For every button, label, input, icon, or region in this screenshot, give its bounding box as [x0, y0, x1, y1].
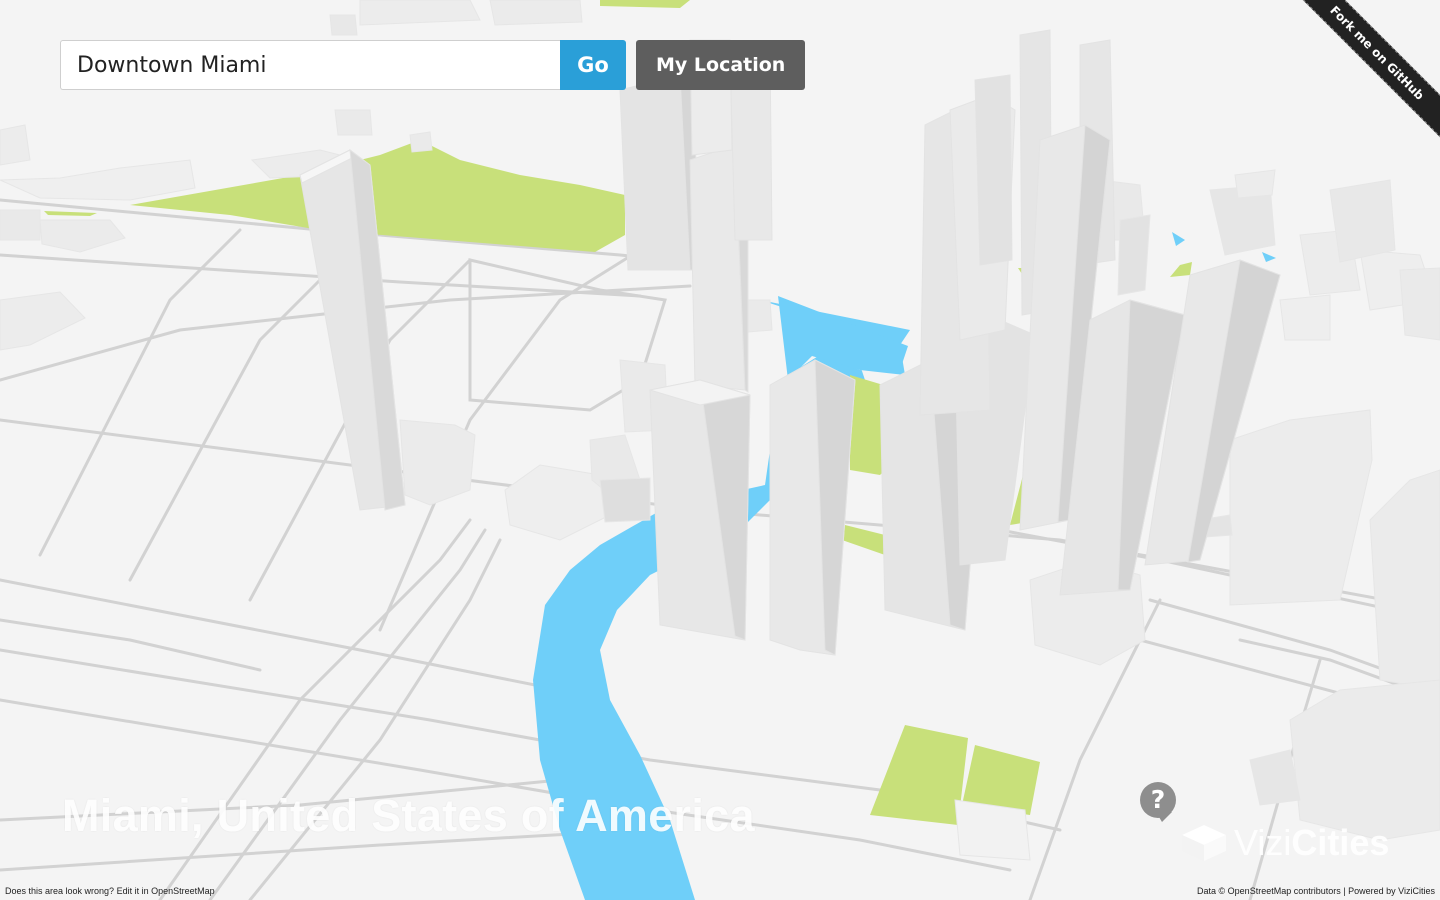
footer-question: Does this area look wrong? [5, 886, 115, 896]
footer-left: Does this area look wrong? Edit it in Op… [5, 886, 215, 896]
powered-by-label: Powered by [1348, 886, 1396, 896]
logo-light-text: Vizi [1234, 822, 1292, 863]
help-icon-tail [1156, 812, 1172, 822]
place-title: Miami, United States of America [62, 790, 755, 841]
search-input[interactable] [60, 40, 560, 90]
osm-contributors-link[interactable]: OpenStreetMap contributors [1228, 886, 1341, 896]
edit-osm-link[interactable]: Edit it in OpenStreetMap [117, 886, 215, 896]
fork-on-github-ribbon[interactable]: Fork me on GitHub [1292, 0, 1440, 138]
logo-bold-text: Cities [1291, 822, 1390, 863]
vizicities-cube-icon [1182, 825, 1226, 861]
search-bar: Go My Location [60, 40, 806, 90]
footer-attribution: Data © OpenStreetMap contributors | Powe… [1197, 886, 1435, 896]
vizicities-logo: ViziCities [1180, 822, 1389, 864]
city-map-3d[interactable] [0, 0, 1440, 900]
my-location-button[interactable]: My Location [636, 40, 806, 90]
vizicities-wordmark: ViziCities [1234, 822, 1389, 864]
attribution-separator: | [1343, 886, 1346, 896]
data-attribution-prefix: Data © [1197, 886, 1226, 896]
go-button[interactable]: Go [560, 40, 626, 90]
github-ribbon-container: Fork me on GitHub [1290, 0, 1440, 150]
vizicities-link[interactable]: ViziCities [1398, 886, 1435, 896]
